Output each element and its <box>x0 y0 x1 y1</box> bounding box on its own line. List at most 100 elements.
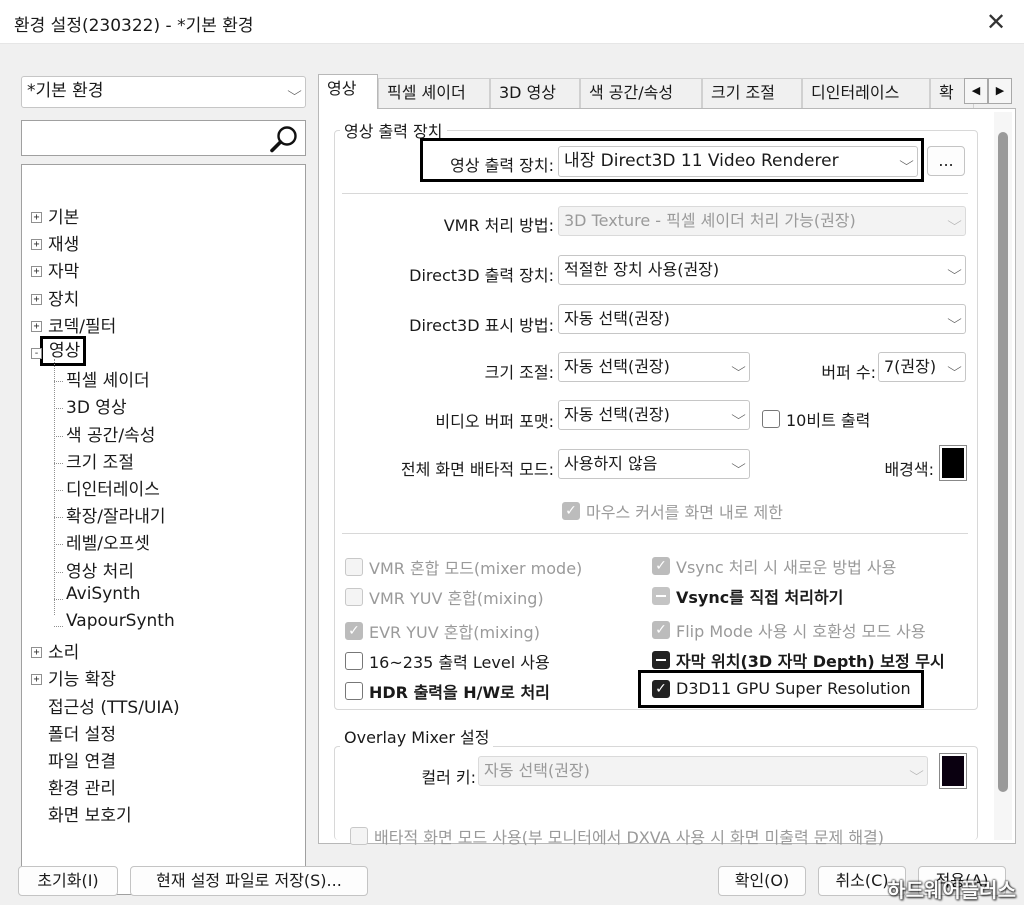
reset-button[interactable]: 초기화(I) <box>18 866 118 896</box>
tree-item-label: 화면 보호기 <box>48 806 132 827</box>
tree-item[interactable]: 영상 처리 <box>66 557 134 582</box>
collapse-icon[interactable]: - <box>31 348 42 359</box>
tree-item[interactable]: 영상 <box>40 336 87 366</box>
tab-resize[interactable]: 크기 조절 <box>702 78 802 108</box>
tree-connector <box>54 435 63 437</box>
exclusive-mode-checkbox[interactable]: 배타적 화면 모드 사용(부 모니터에서 DXVA 사용 시 화면 미출력 문제… <box>350 824 884 848</box>
super-resolution-checkbox[interactable]: ✓ D3D11 GPU Super Resolution <box>652 679 911 698</box>
d3d-display-label: Direct3D 표시 방법: <box>409 316 554 335</box>
tree-item[interactable]: 기능 확장 <box>48 665 116 690</box>
expand-icon[interactable]: + <box>31 266 42 278</box>
tree-item[interactable]: 폴더 설정 <box>48 720 116 745</box>
expand-icon[interactable]: + <box>31 239 42 251</box>
chevron-down-icon: ⌵ <box>899 154 914 168</box>
bgcolor-swatch[interactable] <box>939 445 967 481</box>
preset-select[interactable]: *기본 환경 ⌵ <box>21 76 306 108</box>
hdr-hw-checkbox[interactable]: HDR 출력을 H/W로 처리 <box>345 679 550 703</box>
save-file-button[interactable]: 현재 설정 파일로 저장(S)... <box>130 866 368 896</box>
colorkey-swatch[interactable] <box>939 753 967 789</box>
tree-connector <box>54 462 63 464</box>
bgcolor-label: 배경색: <box>884 460 934 479</box>
device-options-button[interactable]: ... <box>927 146 965 176</box>
evr-yuv-checkbox[interactable]: ✓ EVR YUV 혼합(mixing) <box>345 619 540 643</box>
tree-connector <box>54 408 63 410</box>
tree-item[interactable]: AviSynth <box>66 584 140 604</box>
tree-item-label: 기능 확장 <box>48 670 116 691</box>
tree-item[interactable]: 장치 <box>48 285 79 310</box>
tab-scroll-left-icon[interactable]: ◀ <box>964 78 988 104</box>
tree-item[interactable]: 파일 연결 <box>48 747 116 772</box>
tree-item-label: 접근성 (TTS/UIA) <box>48 697 180 718</box>
super-resolution-label: D3D11 GPU Super Resolution <box>676 679 911 698</box>
buffer-select[interactable]: 7(권장) ⌵ <box>878 352 966 382</box>
tree-item[interactable]: 3D 영상 <box>66 393 127 418</box>
title-bar: 환경 설정(230322) - *기본 환경 ✕ <box>0 0 1024 44</box>
tree-item[interactable]: 확장/잘라내기 <box>66 502 166 527</box>
tree-item[interactable]: 코덱/필터 <box>48 312 116 337</box>
checkbox-box: ✓ <box>562 502 580 520</box>
vsync-direct-checkbox[interactable]: Vsync를 직접 처리하기 <box>652 584 843 608</box>
tree-connector <box>54 381 63 383</box>
panel-scrollbar[interactable] <box>994 112 1012 840</box>
tab-video[interactable]: 영상 <box>318 74 378 109</box>
format-label: 비디오 버퍼 포맷: <box>435 412 554 431</box>
tab-pixel-shader[interactable]: 픽셀 셰이더 <box>378 78 490 108</box>
d3d-device-select[interactable]: 적절한 장치 사용(권장) ⌵ <box>558 255 966 285</box>
tab-deinterlace[interactable]: 디인터레이스 <box>802 78 930 108</box>
tree-item[interactable]: 접근성 (TTS/UIA) <box>48 693 180 718</box>
checkbox-box <box>345 588 363 606</box>
subtitle-pos-checkbox[interactable]: 자막 위치(3D 자막 Depth) 보정 무시 <box>652 648 945 672</box>
checkbox-box <box>652 651 670 669</box>
tree-item[interactable]: 환경 관리 <box>48 774 116 799</box>
expand-icon[interactable]: + <box>31 647 42 659</box>
expand-icon[interactable]: + <box>31 293 42 305</box>
scrollbar-thumb[interactable] <box>998 132 1008 792</box>
tree-connector <box>54 517 63 519</box>
d3d-device-label: Direct3D 출력 장치: <box>409 266 554 285</box>
expand-icon[interactable]: + <box>31 320 42 332</box>
tree-connector <box>54 359 55 615</box>
tab-color-space[interactable]: 색 공간/속성 <box>580 78 702 108</box>
checkbox-box <box>652 587 670 605</box>
tree-item[interactable]: 자막 <box>48 257 79 282</box>
search-input[interactable] <box>26 125 266 151</box>
tree-item[interactable]: 색 공간/속성 <box>66 421 155 446</box>
flip-mode-checkbox[interactable]: ✓ Flip Mode 사용 시 호환성 모드 사용 <box>652 618 926 642</box>
tree-item[interactable]: 레벨/오프셋 <box>66 529 150 554</box>
colorkey-select[interactable]: 자동 선택(권장) ⌵ <box>478 756 928 786</box>
tree-item-label: 확장/잘라내기 <box>66 507 166 528</box>
mouse-limit-checkbox[interactable]: ✓ 마우스 커서를 화면 내로 제한 <box>562 499 783 523</box>
vsync-new-checkbox[interactable]: ✓ Vsync 처리 시 새로운 방법 사용 <box>652 554 896 578</box>
tree-item-label: 환경 관리 <box>48 779 116 800</box>
tree-item[interactable]: 기본 <box>48 203 79 228</box>
resize-select[interactable]: 자동 선택(권장) ⌵ <box>558 352 750 382</box>
close-icon[interactable]: ✕ <box>980 6 1012 38</box>
chevron-down-icon: ⌵ <box>947 263 962 277</box>
tree-item[interactable]: VapourSynth <box>66 611 175 631</box>
tab-scroll-right-icon[interactable]: ▶ <box>988 78 1012 104</box>
fullscreen-select[interactable]: 사용하지 않음 ⌵ <box>558 449 750 479</box>
chevron-down-icon: ⌵ <box>909 764 924 778</box>
colorkey-label: 컬러 키: <box>421 768 476 787</box>
expand-icon[interactable]: + <box>31 212 42 223</box>
level-16-235-checkbox[interactable]: 16~235 출력 Level 사용 <box>345 649 550 673</box>
ok-button[interactable]: 확인(O) <box>718 866 806 896</box>
tree-item[interactable]: 디인터레이스 <box>66 475 160 500</box>
format-select[interactable]: 자동 선택(권장) ⌵ <box>558 400 750 430</box>
tree-item[interactable]: 픽셀 셰이더 <box>66 366 150 391</box>
checkbox-box: ✓ <box>345 622 363 640</box>
vmr-yuv-label: VMR YUV 혼합(mixing) <box>369 589 544 608</box>
vmr-mixer-checkbox[interactable]: VMR 혼합 모드(mixer mode) <box>345 555 582 579</box>
tree-item[interactable]: 화면 보호기 <box>48 801 132 826</box>
d3d-display-select[interactable]: 자동 선택(권장) ⌵ <box>558 304 966 334</box>
tree-item[interactable]: 소리 <box>48 638 79 663</box>
tree-item[interactable]: 크기 조절 <box>66 448 134 473</box>
tab-3d-video[interactable]: 3D 영상 <box>490 78 580 108</box>
expand-icon[interactable]: + <box>31 674 42 686</box>
device-select[interactable]: 내장 Direct3D 11 Video Renderer ⌵ <box>558 146 918 177</box>
vmr-yuv-checkbox[interactable]: VMR YUV 혼합(mixing) <box>345 585 544 609</box>
vmr-select[interactable]: 3D Texture - 픽셀 셰이더 처리 가능(권장) ⌵ <box>558 206 966 236</box>
tree-item[interactable]: 재생 <box>48 230 79 255</box>
search-icon[interactable] <box>269 125 299 153</box>
tenbit-checkbox[interactable]: 10비트 출력 <box>762 407 870 431</box>
